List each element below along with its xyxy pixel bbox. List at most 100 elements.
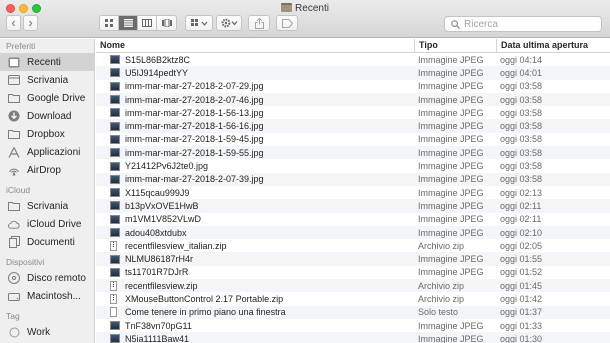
sidebar-item-label: Google Drive <box>27 92 86 104</box>
sidebar-item-label: Documenti <box>27 236 75 248</box>
file-row[interactable]: imm-mar-mar-27-2018-2-07-29.jpg Immagine … <box>96 80 610 93</box>
file-row[interactable]: NLMU86187rH4r Immagine JPEG oggi 01:55 <box>96 252 610 266</box>
file-row[interactable]: imm-mar-mar-27-2018-2-07-46.jpg Immagine … <box>96 92 610 107</box>
file-name: m1VM1V852VLwD <box>125 214 202 225</box>
file-row[interactable]: imm-mar-mar-27-2018-2-07-39.jpg Immagine … <box>96 172 610 186</box>
sidebar-item-recenti[interactable]: Recenti <box>0 53 94 71</box>
column-view-icon[interactable] <box>138 16 157 30</box>
chevron-right-icon: › <box>28 15 33 30</box>
file-name-cell: imm-mar-mar-27-2018-1-56-16.jpg <box>96 121 414 131</box>
sidebar-item-work[interactable]: Work <box>0 323 94 341</box>
tag-icon <box>281 18 293 28</box>
share-button[interactable] <box>248 15 270 31</box>
file-row[interactable]: U5IJ914pedtYY Immagine JPEG oggi 04:01 <box>96 66 610 80</box>
sidebar-item-dropbox[interactable]: Dropbox <box>0 125 94 143</box>
file-row[interactable]: imm-mar-mar-27-2018-1-56-16.jpg Immagine … <box>96 119 610 133</box>
file-type: Immagine JPEG <box>418 200 484 211</box>
file-name-cell: b13pVxOVE1HwB <box>96 201 414 211</box>
file-date: oggi 02:11 <box>500 214 542 225</box>
file-name-cell: NLMU86187rH4r <box>96 254 414 264</box>
file-row[interactable]: N5ia1111Baw41 Immagine JPEG oggi 01:30 <box>96 332 610 343</box>
document-icon <box>8 236 20 248</box>
sidebar-item-documenti[interactable]: Documenti <box>0 233 94 251</box>
sidebar-item-disco-remoto[interactable]: Disco remoto <box>0 269 94 287</box>
file-type: Immagine JPEG <box>418 227 484 238</box>
file-row[interactable]: recentfilesview.zip Archivio zip oggi 01:4… <box>96 279 610 293</box>
airdrop-icon <box>8 165 20 176</box>
window-toolbar: Recenti ‹ › <box>0 0 610 38</box>
sidebar-item-scrivania[interactable]: Scrivania <box>0 197 94 215</box>
sidebar-item-label: Recenti <box>27 56 61 68</box>
search-field[interactable] <box>444 16 602 32</box>
sidebar-section-title: Tag <box>6 311 20 321</box>
file-row[interactable]: b13pVxOVE1HwB Immagine JPEG oggi 02:11 <box>96 199 610 213</box>
group-by-icon <box>190 19 207 26</box>
folder-icon <box>8 93 20 104</box>
sidebar-item-label: Macintosh... <box>27 290 81 302</box>
file-type: Immagine JPEG <box>418 147 484 158</box>
file-row[interactable]: TnF38vn70pG11 Immagine JPEG oggi 01:33 <box>96 319 610 332</box>
download-icon <box>8 110 20 122</box>
sidebar-item-label: Work <box>27 326 51 338</box>
column-header-type[interactable]: Tipo <box>414 39 496 52</box>
file-name-cell: adou408xtdubx <box>96 228 414 238</box>
file-row[interactable]: recentfilesview_italian.zip Archivio zip o… <box>96 239 610 252</box>
forward-button[interactable]: › <box>23 15 38 31</box>
file-row[interactable]: S15L86B2ktz8C Immagine JPEG oggi 04:14 <box>96 53 610 66</box>
file-type: Immagine JPEG <box>418 67 484 78</box>
file-row[interactable]: m1VM1V852VLwD Immagine JPEG oggi 02:11 <box>96 213 610 226</box>
file-row[interactable]: Y21412Pv6J2te0.jpg Immagine JPEG oggi 03:5… <box>96 159 610 172</box>
sidebar-item-download[interactable]: Download <box>0 107 94 125</box>
file-name-cell: recentfilesview_italian.zip <box>96 240 414 251</box>
action-button[interactable] <box>216 15 242 31</box>
view-mode-selector <box>99 15 177 31</box>
file-name: imm-mar-mar-27-2018-1-56-16.jpg <box>125 121 264 132</box>
sidebar-item-icloud-drive[interactable]: iCloud Drive <box>0 215 94 233</box>
file-row[interactable]: imm-mar-mar-27-2018-1-59-45.jpg Immagine … <box>96 133 610 146</box>
search-input[interactable] <box>464 18 594 30</box>
sidebar-item-macintosh[interactable]: Macintosh... <box>0 287 94 305</box>
file-type: Archivio zip <box>418 240 465 251</box>
file-name: ts11701R7DJrR <box>125 267 189 278</box>
file-name-cell: X115qcau999J9 <box>96 188 414 198</box>
back-button[interactable]: ‹ <box>6 15 21 31</box>
sidebar-item-google-drive[interactable]: Google Drive <box>0 89 94 107</box>
group-by-button[interactable] <box>185 15 213 31</box>
image-file-icon <box>110 174 120 184</box>
file-name: XMouseButtonControl 2.17 Portable.zip <box>125 293 284 304</box>
cloud-icon <box>8 219 20 230</box>
file-name: U5IJ914pedtYY <box>125 67 189 78</box>
column-header-date[interactable]: Data ultima apertura <box>496 39 610 52</box>
file-name-cell: imm-mar-mar-27-2018-1-59-45.jpg <box>96 134 414 144</box>
image-file-icon <box>110 134 120 144</box>
column-header-name[interactable]: Nome <box>96 39 414 52</box>
image-file-icon <box>110 68 120 78</box>
file-date: oggi 04:01 <box>500 67 543 78</box>
sidebar-item-airdrop[interactable]: AirDrop <box>0 161 94 179</box>
file-type: Immagine JPEG <box>418 254 484 265</box>
file-date: oggi 02:11 <box>500 200 542 211</box>
sidebar-item-applicazioni[interactable]: Applicazioni <box>0 143 94 161</box>
file-date: oggi 02:13 <box>500 187 543 198</box>
file-row[interactable]: X115qcau999J9 Immagine JPEG oggi 02:13 <box>96 186 610 199</box>
sidebar-section-title: Preferiti <box>6 41 36 51</box>
edit-tags-button[interactable] <box>276 15 298 31</box>
file-name: TnF38vn70pG11 <box>125 320 192 331</box>
sidebar-item-scrivania[interactable]: Scrivania <box>0 71 94 89</box>
file-row[interactable]: ts11701R7DJrR Immagine JPEG oggi 01:52 <box>96 266 610 279</box>
file-row[interactable]: imm-mar-mar-27-2018-1-56-13.jpg Immagine … <box>96 106 610 119</box>
list-view-icon[interactable] <box>119 16 138 30</box>
window-title: Recenti <box>0 3 610 14</box>
grid-view-icon[interactable] <box>100 16 119 30</box>
image-file-icon <box>110 254 120 264</box>
file-row[interactable]: XMouseButtonControl 2.17 Portable.zip Arc… <box>96 292 610 305</box>
file-name: S15L86B2ktz8C <box>125 54 191 65</box>
file-name-cell: recentfilesview.zip <box>96 280 414 291</box>
file-row[interactable]: imm-mar-mar-27-2018-1-59-55.jpg Immagine … <box>96 146 610 160</box>
gallery-view-icon[interactable] <box>157 16 176 30</box>
sidebar-item-label: Dropbox <box>27 128 65 140</box>
list-header: Nome Tipo Data ultima apertura <box>96 39 610 53</box>
file-row[interactable]: adou408xtdubx Immagine JPEG oggi 02:10 <box>96 225 610 240</box>
file-row[interactable]: Come tenere in primo piano una finestra S… <box>96 305 610 319</box>
file-type: Immagine JPEG <box>418 107 484 118</box>
